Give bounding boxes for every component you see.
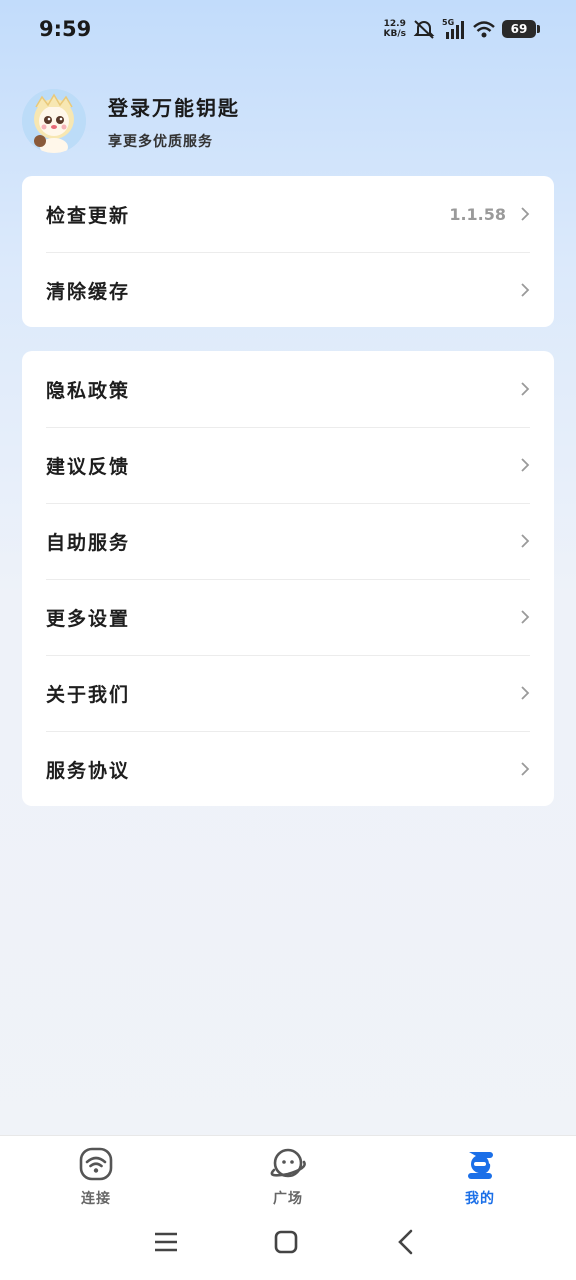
menu-item-label: 检查更新 (46, 204, 131, 227)
bottom-nav: 连接 广场 我的 (0, 1135, 576, 1280)
profile-header[interactable]: 登录万能钥匙 享更多优质服务 (22, 88, 552, 154)
menu-item-label: 服务协议 (46, 759, 131, 782)
nav-tab-mine[interactable]: 我的 (430, 1146, 530, 1208)
chevron-right-icon (521, 686, 530, 700)
menu-icon[interactable] (151, 1227, 181, 1257)
nav-tab-connect[interactable]: 连接 (46, 1146, 146, 1208)
nav-label: 我的 (465, 1191, 495, 1207)
chevron-right-icon (521, 534, 530, 548)
nav-label: 连接 (81, 1191, 111, 1207)
profile-icon (468, 1152, 493, 1179)
chevron-right-icon (521, 283, 530, 297)
avatar[interactable] (22, 89, 86, 153)
battery-indicator: 69 (502, 20, 540, 38)
network-speed-value: 12.9 (383, 19, 406, 29)
back-icon[interactable] (391, 1227, 421, 1257)
version-number: 1.1.58 (449, 204, 506, 224)
menu-item-label: 自助服务 (46, 531, 131, 554)
chevron-right-icon (521, 382, 530, 396)
profile-text: 登录万能钥匙 享更多优质服务 (108, 92, 240, 151)
menu-item-label: 隐私政策 (46, 379, 131, 402)
menu-item-self-service[interactable]: 自助服务 (22, 503, 554, 579)
menu-item-feedback[interactable]: 建议反馈 (22, 427, 554, 503)
nav-tab-plaza[interactable]: 广场 (238, 1146, 338, 1208)
menu-item-about-us[interactable]: 关于我们 (22, 655, 554, 731)
menu-item-check-update[interactable]: 检查更新 1.1.58 (22, 176, 554, 252)
system-navigation-bar (0, 1227, 576, 1261)
menu-item-privacy-policy[interactable]: 隐私政策 (22, 351, 554, 427)
wifi-icon (79, 1147, 113, 1181)
wifi-signal-icon (473, 21, 495, 38)
status-bar: 9:59 12.9 KB/s 5G 69 (0, 0, 576, 62)
menu-item-label: 关于我们 (46, 683, 131, 706)
settings-card-app: 检查更新 1.1.58 清除缓存 (22, 176, 554, 327)
settings-card-info: 隐私政策 建议反馈 自助服务 更多设置 关于我们 服务协议 (22, 351, 554, 806)
network-speed-unit: KB/s (383, 29, 406, 39)
status-time: 9:59 (39, 17, 92, 41)
login-title[interactable]: 登录万能钥匙 (108, 92, 240, 121)
status-icons: 12.9 KB/s 5G 69 (384, 18, 540, 40)
nav-label: 广场 (273, 1191, 303, 1207)
network-speed: 12.9 KB/s (384, 19, 406, 39)
planet-icon (270, 1148, 306, 1178)
mute-bell-icon (413, 20, 435, 39)
home-icon[interactable] (271, 1227, 301, 1257)
chevron-right-icon (521, 762, 530, 776)
menu-item-label: 建议反馈 (46, 455, 131, 478)
login-subtitle: 享更多优质服务 (108, 133, 213, 150)
menu-item-more-settings[interactable]: 更多设置 (22, 579, 554, 655)
menu-item-label: 更多设置 (46, 607, 131, 630)
lion-mascot-icon (22, 89, 86, 153)
chevron-right-icon (521, 458, 530, 472)
menu-item-label: 清除缓存 (46, 280, 131, 303)
cellular-signal-icon: 5G (442, 18, 464, 39)
menu-item-clear-cache[interactable]: 清除缓存 (22, 252, 554, 328)
chevron-right-icon (521, 610, 530, 624)
chevron-right-icon (521, 207, 530, 221)
menu-item-service-agreement[interactable]: 服务协议 (22, 731, 554, 807)
network-type-label: 5G (442, 18, 454, 27)
